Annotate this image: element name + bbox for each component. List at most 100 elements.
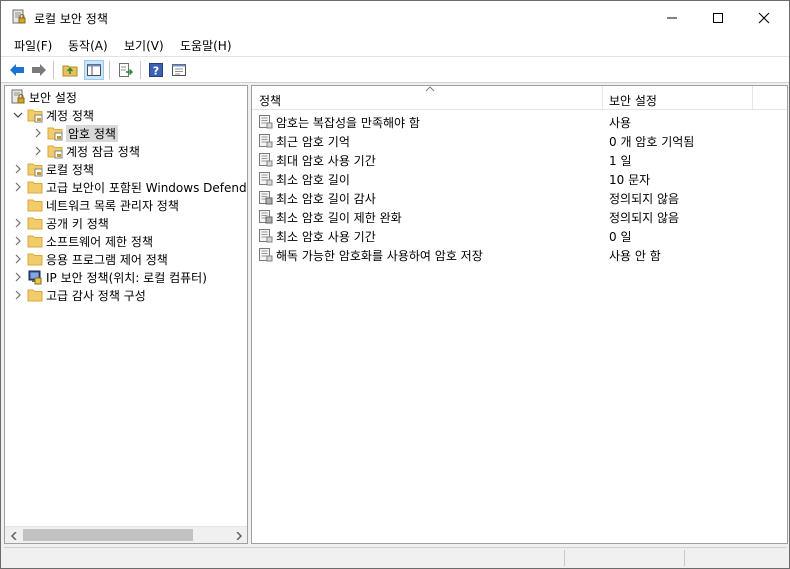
minimize-button[interactable] xyxy=(649,1,695,34)
tree-item[interactable]: 소프트웨어 제한 정책 xyxy=(27,232,153,250)
policy-setting-value: 정의되지 않음 xyxy=(609,192,680,206)
up-folder-icon xyxy=(62,65,78,77)
policy-folder-icon xyxy=(27,163,43,177)
folder-icon xyxy=(27,289,43,302)
policy-list-pane[interactable]: 정책 보안 설정 암호는 복잡성을 만족해야 함 사용최근 암호 기억 0 개 암호… xyxy=(251,85,788,544)
policy-item-icon xyxy=(259,134,273,148)
tree-item-label: 계정 정책 xyxy=(46,108,94,123)
close-icon xyxy=(758,12,770,23)
folder-icon xyxy=(27,199,43,212)
toolbar: ? xyxy=(1,56,789,83)
list-item[interactable]: 최소 암호 길이 제한 완화 정의되지 않음 xyxy=(252,207,787,226)
chevron-right-icon[interactable] xyxy=(33,128,43,138)
list-item[interactable]: 최소 암호 사용 기간 0 일 xyxy=(252,226,787,245)
policy-folder-icon xyxy=(27,109,43,123)
tree-item[interactable]: 응용 프로그램 제어 정책 xyxy=(27,250,168,268)
tree-item[interactable]: IP 보안 정책(위치: 로컬 컴퓨터) xyxy=(27,268,207,286)
chevron-right-icon[interactable] xyxy=(13,218,23,228)
list-item[interactable]: 해독 가능한 암호화를 사용하여 암호 저장 사용 안 함 xyxy=(252,245,787,264)
chevron-right-icon[interactable] xyxy=(33,146,43,156)
close-button[interactable] xyxy=(741,1,787,34)
column-divider[interactable] xyxy=(602,86,603,110)
policy-setting-value: 사용 xyxy=(609,116,632,130)
export-list-icon xyxy=(119,63,133,77)
ip-security-icon xyxy=(28,270,42,285)
help-button[interactable]: ? xyxy=(146,60,166,80)
scroll-thumb[interactable] xyxy=(23,529,193,541)
list-item[interactable]: 암호는 복잡성을 만족해야 함 사용 xyxy=(252,112,787,131)
tree-item-label: 로컬 정책 xyxy=(46,162,94,177)
list-item[interactable]: 최근 암호 기억 0 개 암호 기억됨 xyxy=(252,131,787,150)
menu-action[interactable]: 동작(A) xyxy=(68,37,108,54)
export-list-button[interactable] xyxy=(115,60,135,80)
policy-name: 최소 암호 길이 제한 완화 xyxy=(276,211,402,225)
maximize-button[interactable] xyxy=(695,1,741,34)
chevron-right-icon[interactable] xyxy=(13,290,23,300)
tree-item[interactable]: 공개 키 정책 xyxy=(27,214,109,232)
console-tree-pane[interactable]: 보안 설정 계정 정책 암호 정책 계정 잠금 정책로컬 정책고급 보안이 포함된 … xyxy=(4,85,248,544)
policy-name: 암호는 복잡성을 만족해야 함 xyxy=(276,116,420,130)
list-item[interactable]: 최소 암호 길이 10 문자 xyxy=(252,169,787,188)
tree-item[interactable]: 네트워크 목록 관리자 정책 xyxy=(27,196,179,214)
policy-item-icon xyxy=(259,115,273,129)
tree-item-label: 네트워크 목록 관리자 정책 xyxy=(46,198,179,213)
tree-horizontal-scrollbar[interactable] xyxy=(5,526,247,543)
policy-name: 최근 암호 기억 xyxy=(276,135,350,149)
toolbar-separator xyxy=(109,61,110,79)
column-header-security-setting[interactable]: 보안 설정 xyxy=(609,92,657,109)
menu-bar: 파일(F) 동작(A) 보기(V) 도움말(H) xyxy=(1,34,789,56)
chevron-right-icon[interactable] xyxy=(13,254,23,264)
back-button[interactable] xyxy=(7,60,27,80)
folder-icon xyxy=(27,253,43,266)
properties-button[interactable] xyxy=(169,60,189,80)
chevron-right-icon[interactable] xyxy=(13,272,23,282)
policy-name: 최소 암호 사용 기간 xyxy=(276,230,376,244)
policy-name: 최소 암호 길이 감사 xyxy=(276,192,376,206)
policy-item-undefined-icon xyxy=(259,210,273,224)
menu-file[interactable]: 파일(F) xyxy=(14,37,52,54)
minimize-icon xyxy=(667,17,677,18)
forward-arrow-icon xyxy=(32,64,46,76)
menu-help[interactable]: 도움말(H) xyxy=(180,37,232,54)
menu-view[interactable]: 보기(V) xyxy=(124,37,164,54)
toolbar-separator xyxy=(140,61,141,79)
sort-ascending-icon xyxy=(425,86,435,92)
policy-item-icon xyxy=(259,172,273,186)
chevron-right-icon[interactable] xyxy=(13,236,23,246)
tree-item[interactable]: 고급 보안이 포함된 Windows Defender xyxy=(27,178,248,196)
up-one-level-button[interactable] xyxy=(60,60,80,80)
tree-item[interactable]: 계정 잠금 정책 xyxy=(47,142,140,160)
policy-item-icon xyxy=(259,153,273,167)
tree-root[interactable]: 보안 설정 xyxy=(10,88,77,106)
scroll-left-button[interactable] xyxy=(5,527,22,543)
chevron-down-icon[interactable] xyxy=(13,110,23,120)
policy-setting-value: 0 개 암호 기억됨 xyxy=(609,135,695,149)
show-hide-console-tree-button[interactable] xyxy=(84,60,104,80)
tree-item[interactable]: 고급 감사 정책 구성 xyxy=(27,286,146,304)
title-bar[interactable]: 로컬 보안 정책 xyxy=(1,1,789,34)
tree-item-label: 고급 보안이 포함된 Windows Defender xyxy=(46,180,248,195)
chevron-right-icon[interactable] xyxy=(13,182,23,192)
tree-item[interactable]: 암호 정책 xyxy=(47,124,118,142)
forward-button[interactable] xyxy=(29,60,49,80)
policy-setting-value: 10 문자 xyxy=(609,173,651,187)
policy-setting-value: 0 일 xyxy=(609,230,632,244)
policy-item-icon xyxy=(259,229,273,243)
scroll-right-button[interactable] xyxy=(230,527,247,543)
policy-name: 해독 가능한 암호화를 사용하여 암호 저장 xyxy=(276,249,483,263)
status-divider xyxy=(684,550,685,566)
tree-item[interactable]: 계정 정책 xyxy=(27,106,94,124)
help-icon: ? xyxy=(149,63,163,78)
policy-item-icon xyxy=(259,248,273,262)
tree-item-label: 공개 키 정책 xyxy=(46,216,109,231)
chevron-right-icon[interactable] xyxy=(13,164,23,174)
list-item[interactable]: 최소 암호 길이 감사 정의되지 않음 xyxy=(252,188,787,207)
list-item[interactable]: 최대 암호 사용 기간 1 일 xyxy=(252,150,787,169)
tree-item-label: 소프트웨어 제한 정책 xyxy=(46,234,153,249)
tree-root-label: 보안 설정 xyxy=(29,90,77,105)
folder-icon xyxy=(27,235,43,248)
column-header-policy[interactable]: 정책 xyxy=(259,92,281,109)
column-divider[interactable] xyxy=(752,86,753,110)
chevron-left-icon xyxy=(10,531,17,540)
tree-item[interactable]: 로컬 정책 xyxy=(27,160,94,178)
